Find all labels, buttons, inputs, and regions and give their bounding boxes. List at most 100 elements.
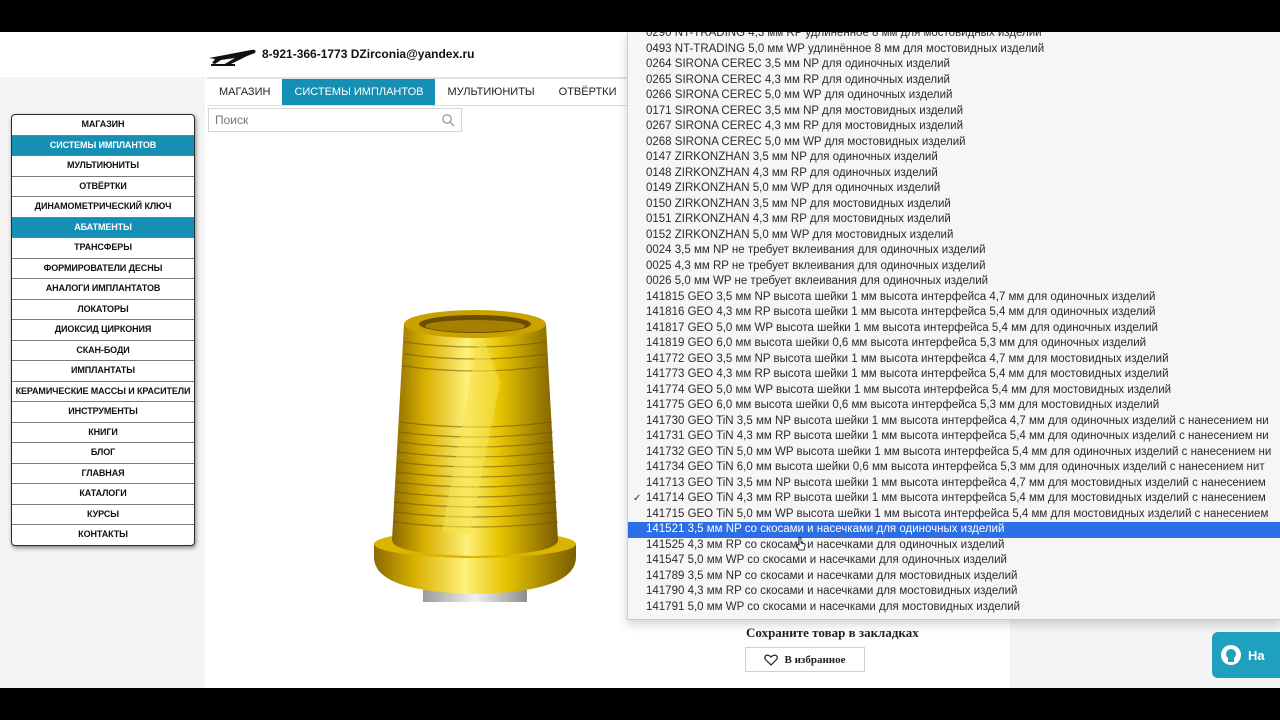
dropdown-option-label: 141789 3,5 мм NP со скосами и насечками …: [646, 569, 1018, 582]
dropdown-option[interactable]: 0493 NT-TRADING 5,0 мм WP удлинённое 8 м…: [628, 42, 1280, 58]
dropdown-option[interactable]: ✓ 141714 GEO TiN 4,3 мм RP высота шейки 1…: [628, 491, 1280, 507]
sidebar-item[interactable]: КОНТАКТЫ: [12, 525, 194, 545]
dropdown-option[interactable]: 141547 5,0 мм WP со скосами и насечками …: [628, 553, 1280, 569]
sidebar-item[interactable]: ЛОКАТОРЫ: [12, 300, 194, 320]
dropdown-option[interactable]: 141775 GEO 6,0 мм высота шейки 0,6 мм вы…: [628, 398, 1280, 414]
search-icon[interactable]: [441, 113, 455, 127]
sidebar-item[interactable]: ГЛАВНАЯ: [12, 464, 194, 484]
airplane-logo-icon[interactable]: [207, 44, 257, 68]
dropdown-option-label: 141713 GEO TiN 3,5 мм NP высота шейки 1 …: [646, 476, 1266, 489]
dropdown-option[interactable]: 0150 ZIRKONZHAN 3,5 мм NP для мостовидны…: [628, 197, 1280, 213]
dropdown-option-label: 0268 SIRONA CEREC 5,0 мм WP для мостовид…: [646, 135, 966, 148]
sidebar-item[interactable]: КНИГИ: [12, 423, 194, 443]
dropdown-option[interactable]: 0290 NT-TRADING 4,3 мм RP удлинённое 8 м…: [628, 32, 1280, 42]
sidebar-item[interactable]: КЕРАМИЧЕСКИЕ МАССЫ И КРАСИТЕЛИ: [12, 382, 194, 402]
add-to-favorites-button[interactable]: В избранное: [745, 647, 865, 672]
sidebar-item[interactable]: ИМПЛАНТАТЫ: [12, 361, 194, 382]
dropdown-option[interactable]: 141789 3,5 мм NP со скосами и насечками …: [628, 569, 1280, 585]
dropdown-option[interactable]: 141731 GEO TiN 4,3 мм RP высота шейки 1 …: [628, 429, 1280, 445]
dropdown-option[interactable]: 141525 4,3 мм RP со скосами и насечками …: [628, 538, 1280, 554]
dropdown-option[interactable]: 141521 3,5 мм NP со скосами и насечками …: [628, 522, 1280, 538]
dropdown-option-label: 141772 GEO 3,5 мм NP высота шейки 1 мм в…: [646, 352, 1169, 365]
dropdown-option[interactable]: 141713 GEO TiN 3,5 мм NP высота шейки 1 …: [628, 476, 1280, 492]
dropdown-option-label: 141730 GEO TiN 3,5 мм NP высота шейки 1 …: [646, 414, 1269, 427]
chat-label: На: [1248, 647, 1265, 663]
sidebar-item[interactable]: КУРСЫ: [12, 505, 194, 525]
dropdown-option[interactable]: 141819 GEO 6,0 мм высота шейки 0,6 мм вы…: [628, 336, 1280, 352]
checkmark-icon: ✓: [633, 493, 642, 504]
dropdown-option-label: 0151 ZIRKONZHAN 4,3 мм RP для мостовидны…: [646, 213, 951, 225]
nav-item[interactable]: МАГАЗИН: [207, 79, 282, 105]
dropdown-option[interactable]: 141790 4,3 мм RP со скосами и насечками …: [628, 584, 1280, 600]
sidebar-item[interactable]: ТРАНСФЕРЫ: [12, 238, 194, 259]
search-input[interactable]: [209, 109, 441, 131]
nav-item[interactable]: ОТВЁРТКИ: [547, 79, 627, 105]
dropdown-option[interactable]: 141774 GEO 5,0 мм WP высота шейки 1 мм в…: [628, 383, 1280, 399]
sidebar-item[interactable]: ДИНАМОМЕТРИЧЕСКИЙ КЛЮЧ: [12, 197, 194, 218]
dropdown-option-label: 141815 GEO 3,5 мм NP высота шейки 1 мм в…: [646, 290, 1156, 303]
sidebar-item[interactable]: АНАЛОГИ ИМПЛАНТАТОВ: [12, 279, 194, 300]
dropdown-option-label: 141732 GEO TiN 5,0 мм WP высота шейки 1 …: [646, 445, 1272, 458]
dropdown-option[interactable]: 141732 GEO TiN 5,0 мм WP высота шейки 1 …: [628, 445, 1280, 461]
search-box: [208, 108, 462, 132]
category-sidebar: МАГАЗИН СИСТЕМЫ ИМПЛАНТОВ МУЛЬТИЮНИТЫ ОТВЁР…: [11, 114, 195, 546]
dropdown-option[interactable]: 141817 GEO 5,0 мм WP высота шейки 1 мм в…: [628, 321, 1280, 337]
dropdown-option-label: 141819 GEO 6,0 мм высота шейки 0,6 мм вы…: [646, 337, 1147, 349]
nav-item[interactable]: СИСТЕМЫ ИМПЛАНТОВ: [282, 79, 436, 105]
nav-item[interactable]: МУЛЬТИЮНИТЫ: [435, 79, 546, 105]
sidebar-item[interactable]: ОТВЁРТКИ: [12, 177, 194, 197]
dropdown-option[interactable]: 0148 ZIRKONZHAN 4,3 мм RP для одиночных …: [628, 166, 1280, 182]
dropdown-option-label: 0147 ZIRKONZHAN 3,5 мм NP для одиночных …: [646, 151, 938, 163]
dropdown-option-label: 0024 3,5 мм NP не требует вклеивания для…: [646, 244, 986, 256]
dropdown-option[interactable]: 0152 ZIRKONZHAN 5,0 мм WP для мостовидны…: [628, 228, 1280, 244]
sidebar-item[interactable]: БЛОГ: [12, 443, 194, 464]
dropdown-option[interactable]: 141715 GEO TiN 5,0 мм WP высота шейки 1 …: [628, 507, 1280, 523]
sidebar-item[interactable]: ДИОКСИД ЦИРКОНИЯ: [12, 320, 194, 341]
dropdown-option-label: 141791 5,0 мм WP со скосами и насечками …: [646, 600, 1021, 613]
dropdown-option[interactable]: 0171 SIRONA CEREC 3,5 мм NP для мостовид…: [628, 104, 1280, 120]
dropdown-option[interactable]: 141772 GEO 3,5 мм NP высота шейки 1 мм в…: [628, 352, 1280, 368]
dropdown-option[interactable]: 141773 GEO 4,3 мм RP высота шейки 1 мм в…: [628, 367, 1280, 383]
dropdown-option[interactable]: 141815 GEO 3,5 мм NP высота шейки 1 мм в…: [628, 290, 1280, 306]
dropdown-option[interactable]: 141791 5,0 мм WP со скосами и насечками …: [628, 600, 1280, 616]
dropdown-option-label: 141816 GEO 4,3 мм RP высота шейки 1 мм в…: [646, 306, 1156, 318]
dropdown-option[interactable]: 0267 SIRONA CEREC 4,3 мм RP для мостовид…: [628, 119, 1280, 135]
dropdown-option-label: 141547 5,0 мм WP со скосами и насечками …: [646, 554, 1007, 566]
dropdown-option[interactable]: 0025 4,3 мм RP не требует вклеивания для…: [628, 259, 1280, 275]
chat-button[interactable]: На: [1212, 632, 1280, 678]
sidebar-item[interactable]: СКАН-БОДИ: [12, 341, 194, 361]
dropdown-option-label: 0025 4,3 мм RP не требует вклеивания для…: [646, 259, 986, 272]
dropdown-option[interactable]: 0149 ZIRKONZHAN 5,0 мм WP для одиночных …: [628, 181, 1280, 197]
sidebar-item[interactable]: МУЛЬТИЮНИТЫ: [12, 156, 194, 177]
dropdown-option[interactable]: 141816 GEO 4,3 мм RP высота шейки 1 мм в…: [628, 305, 1280, 321]
dropdown-option[interactable]: 0265 SIRONA CEREC 4,3 мм RP для одиночны…: [628, 73, 1280, 89]
dropdown-option[interactable]: 0151 ZIRKONZHAN 4,3 мм RP для мостовидны…: [628, 212, 1280, 228]
sidebar-item[interactable]: МАГАЗИН: [12, 115, 194, 136]
dropdown-option[interactable]: 0024 3,5 мм NP не требует вклеивания для…: [628, 243, 1280, 259]
dropdown-option-label: 141817 GEO 5,0 мм WP высота шейки 1 мм в…: [646, 321, 1158, 334]
dropdown-option[interactable]: 0147 ZIRKONZHAN 3,5 мм NP для одиночных …: [628, 150, 1280, 166]
sidebar-item[interactable]: АБАТМЕНТЫ: [12, 217, 194, 238]
dropdown-option[interactable]: 141734 GEO TiN 6,0 мм высота шейки 0,6 м…: [628, 460, 1280, 476]
dropdown-option[interactable]: 0266 SIRONA CEREC 5,0 мм WP для одиночны…: [628, 88, 1280, 104]
sidebar-item[interactable]: ИНСТРУМЕНТЫ: [12, 402, 194, 423]
top-nav: МАГАЗИН СИСТЕМЫ ИМПЛАНТОВ МУЛЬТИЮНИТЫ ОТВЁР…: [207, 79, 627, 105]
dropdown-option-label: 0267 SIRONA CEREC 4,3 мм RP для мостовид…: [646, 120, 963, 132]
sidebar-item[interactable]: СИСТЕМЫ ИМПЛАНТОВ: [12, 135, 194, 156]
dropdown-option[interactable]: 0026 5,0 мм WP не требует вклеивания для…: [628, 274, 1280, 290]
dropdown-option[interactable]: 0268 SIRONA CEREC 5,0 мм WP для мостовид…: [628, 135, 1280, 151]
abutment-select-dropdown[interactable]: 0290 NT-TRADING 4,3 мм RP удлинённое 8 м…: [627, 32, 1280, 620]
dropdown-option-label: 0265 SIRONA CEREC 4,3 мм RP для одиночны…: [646, 73, 950, 86]
dropdown-option-label: 0171 SIRONA CEREC 3,5 мм NP для мостовид…: [646, 104, 963, 117]
dropdown-option-label: 141775 GEO 6,0 мм высота шейки 0,6 мм вы…: [646, 399, 1160, 411]
hand-cursor-icon: [796, 537, 806, 551]
add-to-favorites-label: В избранное: [784, 653, 846, 666]
abutment-product-image[interactable]: [360, 272, 590, 602]
sidebar-item[interactable]: ФОРМИРОВАТЕЛИ ДЕСНЫ: [12, 259, 194, 279]
web-page: 8-921-366-1773 DZirconia@yandex.ru МАГАЗ…: [0, 32, 1280, 688]
sidebar-item[interactable]: КАТАЛОГИ: [12, 484, 194, 505]
nav-bottom-border: [207, 105, 627, 106]
dropdown-option[interactable]: 0264 SIRONA CEREC 3,5 мм NP для одиночны…: [628, 57, 1280, 73]
dropdown-option[interactable]: 141730 GEO TiN 3,5 мм NP высота шейки 1 …: [628, 414, 1280, 430]
dropdown-option-label: 141715 GEO TiN 5,0 мм WP высота шейки 1 …: [646, 507, 1269, 520]
